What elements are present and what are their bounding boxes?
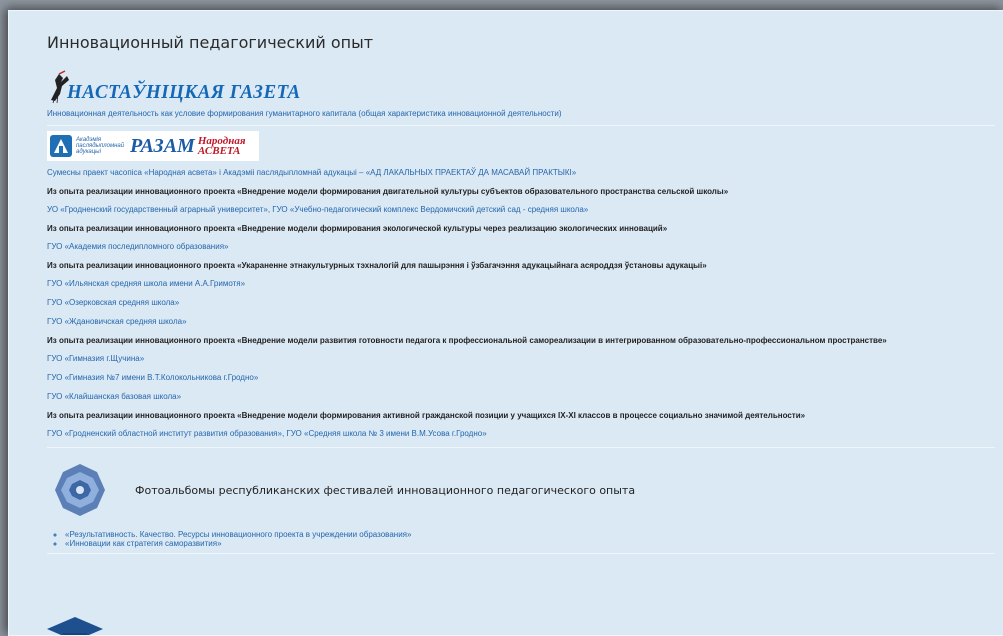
partner-logos[interactable]: Акадэмія паслядыпломнай адукацыі РАЗАМ Н… [47,131,259,161]
page-title: Инновационный педагогический опыт [47,33,374,52]
photo-album-list: «Результативность. Качество. Ресурсы инн… [47,530,999,548]
academy-logo-text: Акадэмія паслядыпломнай адукацыі [76,137,125,155]
divider [47,447,995,448]
list-item[interactable]: ГУО «Ильянская средняя школа имени А.А.Г… [47,278,999,290]
list-item[interactable]: ГУО «Гимназия г.Щучина» [47,353,999,365]
photo-albums-title: Фотоальбомы республиканских фестивалей и… [135,483,636,497]
graduation-cap-icon [47,617,103,635]
gazeta-wordmark: НАСТАЎНІЦКАЯ ГАЗЕТА [67,81,301,104]
list-item[interactable]: ГУО «Ждановичская средняя школа» [47,316,999,328]
list-item[interactable]: ГУО «Академия последипломного образовани… [47,241,999,253]
content-inner: Инновационный педагогический опыт НАСТАЎ… [9,11,999,554]
list-item[interactable]: ГУО «Гимназия №7 имени В.Т.Колокольников… [47,372,999,384]
razam-logo: РАЗАМ [130,134,195,157]
list-item[interactable]: УО «Гродненский государственный аграрный… [47,204,999,216]
project-heading: Из опыта реализации инновационного проек… [47,224,668,233]
project-heading: Из опыта реализации инновационного проек… [47,336,887,345]
project-heading: Из опыта реализации инновационного проек… [47,411,806,420]
list-item[interactable]: ГУО «Клайшанская базовая школа» [47,391,999,403]
list-item[interactable]: Сумесны праект часопіса «Народная асвета… [47,167,999,179]
emblem-icon [55,464,105,516]
photo-album-link[interactable]: «Инновации как стратегия саморазвития» [65,539,999,548]
divider [47,125,995,126]
narodnaya-line2: АСВЕТА [197,145,241,157]
photo-albums-section: Фотоальбомы республиканских фестивалей и… [47,462,999,518]
content-panel: Инновационный педагогический опыт НАСТАЎ… [8,10,1003,636]
innovation-activity-link[interactable]: Инновационная деятельность как условие ф… [47,108,999,120]
list-item[interactable]: ГУО «Гродненский областной институт разв… [47,428,999,440]
photo-album-link[interactable]: «Результативность. Качество. Ресурсы инн… [65,530,999,539]
project-heading: Из опыта реализации инновационного проек… [47,187,729,196]
divider [47,553,995,554]
nastaunickaya-gazeta-logo[interactable]: НАСТАЎНІЦКАЯ ГАЗЕТА [47,66,999,104]
project-heading: Из опыта реализации инновационного проек… [47,261,707,270]
project-list: Сумесны праект часопіса «Народная асвета… [47,167,999,440]
narodnaya-asveta-logo: Народная АСВЕТА [197,136,246,157]
academy-icon [50,135,72,157]
list-item[interactable]: ГУО «Озерковская средняя школа» [47,297,999,309]
